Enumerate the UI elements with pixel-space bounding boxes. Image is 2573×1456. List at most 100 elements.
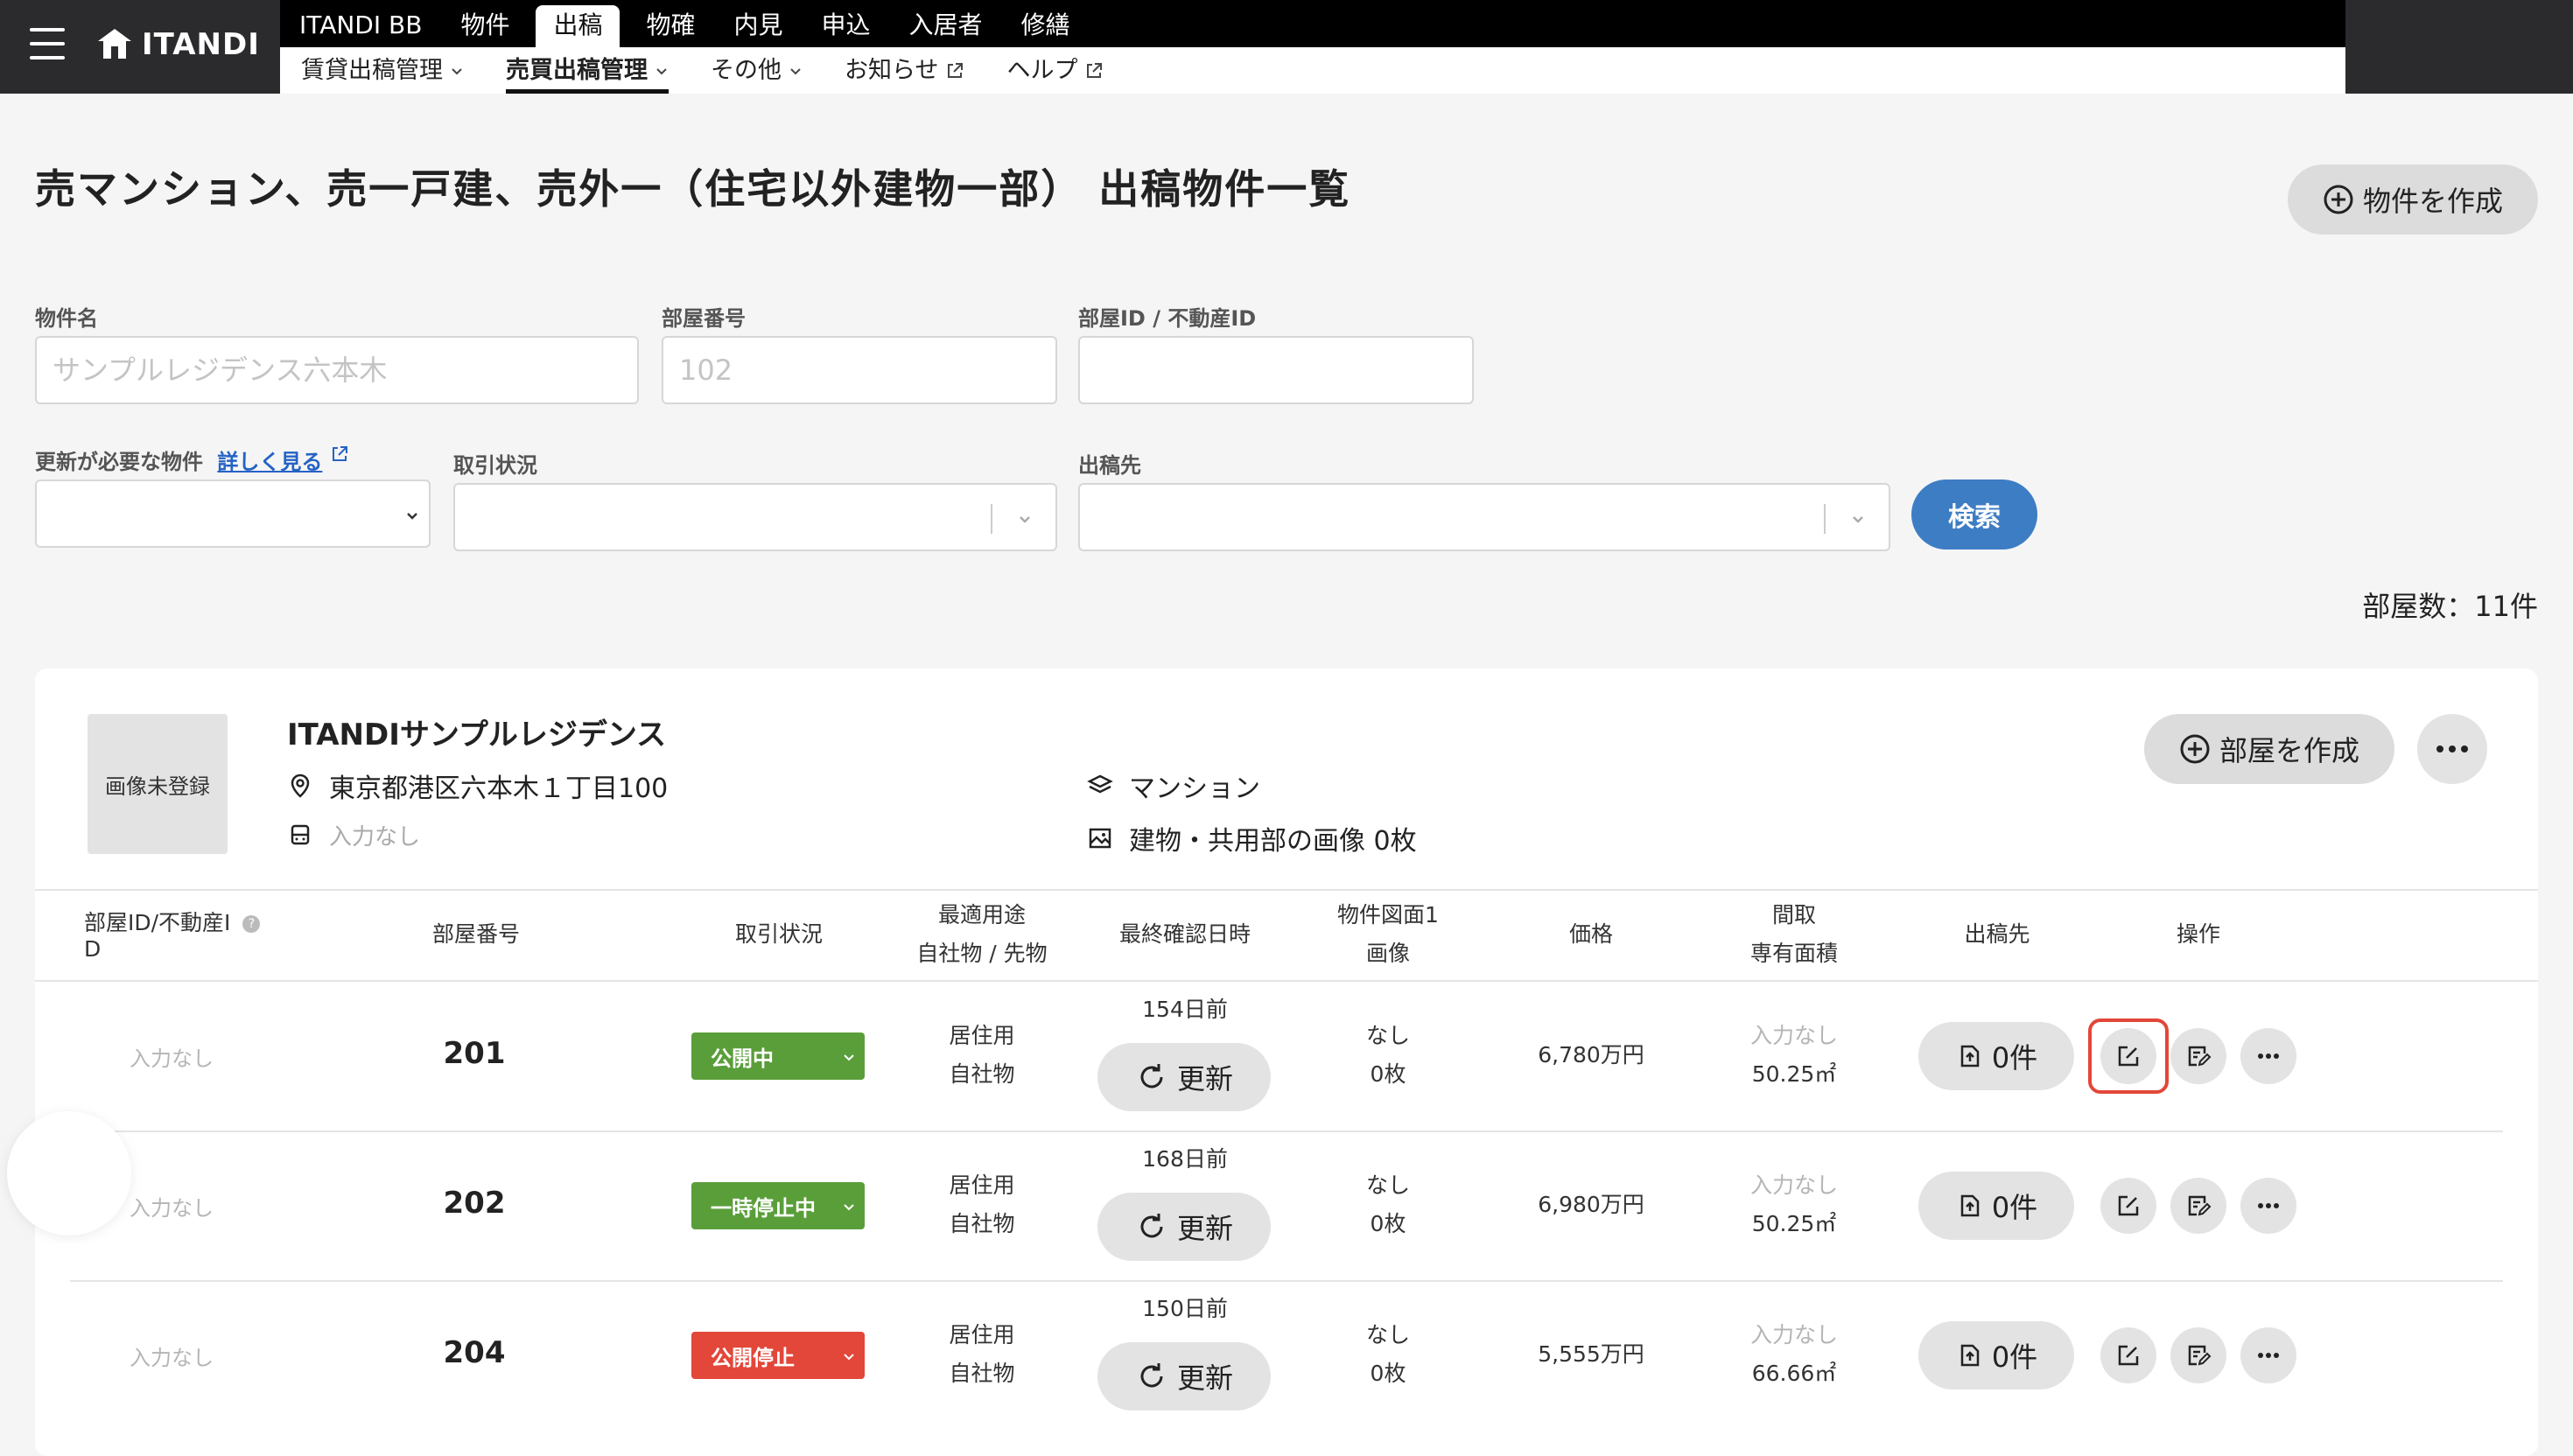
plus-circle-icon [2180,734,2210,764]
refresh-icon [1140,1214,1163,1238]
floorplan-cell: なし 0枚 [1366,1316,1410,1393]
update-button[interactable]: 更新 [1097,1193,1271,1261]
more-horizontal-icon [2436,746,2468,752]
room-number-cell[interactable]: 202 [444,1186,506,1221]
destination-select[interactable] [1078,483,1890,551]
tab-listing[interactable]: 出稿 [536,5,620,47]
plus-circle-icon [2324,185,2353,214]
needs-update-label: 更新が必要な物件 詳しく見る [35,444,349,475]
map-pin-icon [291,774,310,798]
row-more-button[interactable] [2240,1178,2296,1234]
search-button[interactable]: 検索 [1911,480,2037,550]
destination-count: 0件 [1991,1340,2038,1374]
th-usage: 最適用途 自社物 / 先物 [916,896,1047,973]
subtab-other[interactable]: その他 [690,47,824,94]
destination-button[interactable]: 0件 [1918,1172,2074,1240]
menu-icon[interactable] [30,28,65,60]
edit-button[interactable] [2100,1178,2156,1234]
price-cell: 6,780万円 [1538,1042,1644,1068]
destination-button[interactable]: 0件 [1918,1321,2074,1390]
row-more-button[interactable] [2240,1028,2296,1084]
status-select[interactable]: 一時停止中 [691,1182,865,1229]
edit-note-icon [2188,1345,2212,1366]
room-id-input[interactable] [1078,336,1474,404]
usage-cell: 居住用 自社物 [949,1017,1014,1094]
edit-button[interactable] [2100,1028,2156,1084]
status-label: 公開停止 [711,1345,795,1370]
tab-confirm[interactable]: 物確 [627,5,714,47]
property-images: 建物・共用部の画像 0枚 [1129,826,1417,857]
th-room-number: 部屋番号 [431,921,521,947]
subtab-label: 売買出稿管理 [506,57,648,84]
more-horizontal-icon [2258,1054,2279,1059]
row-more-button[interactable] [2240,1327,2296,1383]
upload-icon [1960,1045,1980,1068]
status-select[interactable]: 公開中 [691,1032,865,1080]
room-number-cell[interactable]: 204 [444,1335,506,1370]
subtab-label: お知らせ [845,57,939,84]
floating-circle-overlay[interactable] [7,1111,131,1236]
subtab-news[interactable]: お知らせ [824,47,985,94]
update-button[interactable]: 更新 [1097,1342,1271,1410]
destination-count: 0件 [1991,1041,2038,1074]
update-button[interactable]: 更新 [1097,1043,1271,1111]
edit-detail-button[interactable] [2170,1327,2226,1383]
property-images-row: 建物・共用部の画像 0枚 [1087,819,1417,858]
tab-application[interactable]: 申込 [803,5,890,47]
create-property-button[interactable]: 物件を作成 [2288,164,2538,234]
edit-icon [2118,1345,2139,1366]
room-number-input[interactable]: 102 [662,336,1057,404]
chevron-down-icon [844,1204,854,1211]
th-layout: 間取 専有面積 [1750,896,1838,973]
property-address: 東京都港区六本木１丁目100 [329,774,669,804]
subtab-sales-listing[interactable]: 売買出稿管理 [485,47,690,94]
itandi-logo-icon [98,29,131,59]
edit-note-icon [2188,1046,2212,1067]
row-divider [70,1280,2503,1282]
tab-repair[interactable]: 修繕 [1002,5,1090,47]
edit-note-icon [2188,1195,2212,1216]
ownership-value: 自社物 [949,1211,1015,1236]
edit-detail-button[interactable] [2170,1178,2226,1234]
edit-button[interactable] [2100,1327,2156,1383]
needs-update-select[interactable] [35,480,431,548]
tab-viewing[interactable]: 内見 [714,5,802,47]
room-number-cell[interactable]: 201 [444,1036,506,1071]
upload-icon [1960,1194,1980,1217]
transaction-status-select[interactable] [453,483,1057,551]
area-value: 50.25㎡ [1751,1211,1837,1236]
property-station: 入力なし [329,824,421,850]
days-ago: 150日前 [1142,1296,1228,1321]
property-more-button[interactable] [2417,714,2487,784]
chevron-down-icon [1853,516,1863,523]
update-label: 更新 [1176,1362,1233,1395]
property-card: 画像未登録 ITANDIサンプルレジデンス 東京都港区六本木１丁目100 入力な… [35,668,2538,1456]
edit-detail-button[interactable] [2170,1028,2226,1084]
help-icon[interactable]: ? [242,915,261,933]
create-room-button[interactable]: 部屋を作成 [2144,714,2394,784]
floorplan-value: なし [1365,1172,1411,1198]
area-value: 50.25㎡ [1751,1061,1837,1087]
th-floorplan: 物件図面1 画像 [1337,896,1439,973]
details-link[interactable]: 詳しく見る [217,450,322,474]
create-property-label: 物件を作成 [2362,185,2503,218]
tab-residents[interactable]: 入居者 [890,5,1002,47]
tab-property[interactable]: 物件 [441,5,529,47]
logo[interactable]: ITANDI [96,24,260,65]
more-horizontal-icon [2258,1203,2279,1208]
property-type-row: マンション [1087,766,1260,805]
room-number-label: 部屋番号 [662,306,746,331]
tab-itandi-bb[interactable]: ITANDI BB [280,5,441,47]
subtab-help[interactable]: ヘルプ [985,47,1125,94]
th-floorplan-line2: 画像 [1365,941,1410,966]
status-select[interactable]: 公開停止 [691,1332,865,1379]
status-label: 公開中 [711,1046,774,1071]
subtab-rental-listing[interactable]: 賃貸出稿管理 [280,47,485,94]
property-name-input[interactable]: サンプルレジデンス六本木 [35,336,639,404]
external-link-icon [948,62,964,78]
property-name[interactable]: ITANDIサンプルレジデンス [287,710,666,753]
usage-cell: 居住用 自社物 [949,1166,1014,1243]
main-nav: ITANDI BB 物件 出稿 物確 内見 申込 入居者 修繕 [280,0,2345,47]
image-count: 0枚 [1370,1211,1406,1236]
destination-button[interactable]: 0件 [1918,1022,2074,1090]
